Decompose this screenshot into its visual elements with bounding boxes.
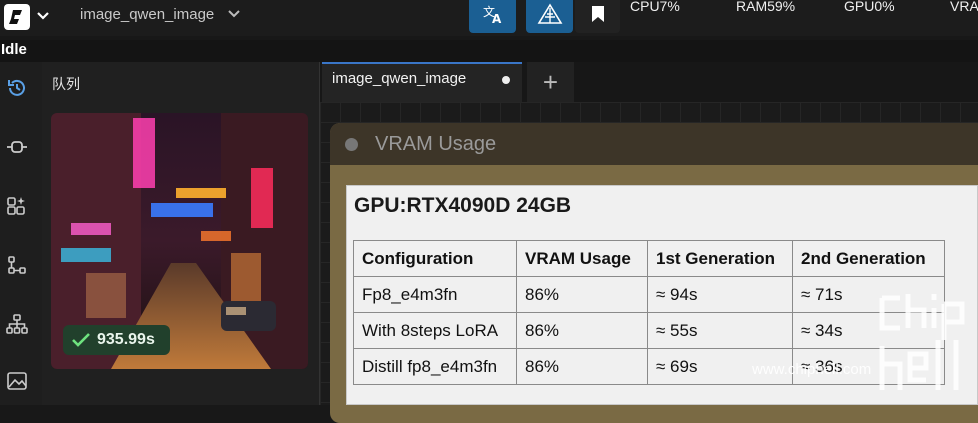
table-cell: Fp8_e4m3fn	[353, 276, 517, 313]
history-icon[interactable]	[6, 77, 28, 99]
vram-stat: VRA	[950, 0, 978, 14]
unsaved-dot-icon[interactable]	[502, 76, 510, 84]
status-bar	[0, 40, 978, 62]
check-icon	[71, 332, 91, 348]
chiphell-logo-icon	[878, 290, 978, 398]
table-cell: 86%	[516, 348, 648, 385]
gpu-title: GPU:RTX4090D 24GB	[354, 194, 572, 217]
column-header: VRAM Usage	[516, 240, 648, 277]
column-header: 1st Generation	[647, 240, 793, 277]
node-title: VRAM Usage	[375, 133, 497, 155]
node-collapse-dot-icon[interactable]	[345, 138, 358, 151]
completion-time-badge: 935.99s	[63, 325, 170, 355]
table-row: With 8steps LoRA 86% ≈ 55s ≈ 34s	[353, 312, 945, 349]
tab-label: image_qwen_image	[332, 70, 467, 87]
table-cell: 86%	[516, 312, 648, 349]
status-text: Idle	[1, 41, 27, 58]
translate-icon: 文 A	[482, 4, 504, 29]
table-cell: 86%	[516, 276, 648, 313]
bookmark-button[interactable]	[575, 0, 620, 33]
node-library-icon[interactable]	[6, 136, 28, 158]
sidebar	[0, 62, 43, 405]
model-library-icon[interactable]	[6, 195, 28, 217]
new-tab-button[interactable]: +	[527, 62, 574, 102]
workflows-icon[interactable]	[6, 254, 28, 276]
manager-icon	[537, 3, 563, 30]
comfy-logo-icon[interactable]	[4, 4, 30, 30]
completion-time: 935.99s	[97, 331, 155, 348]
table-cell: Distill fp8_e4m3fn	[353, 348, 517, 385]
table-cell: ≈ 94s	[647, 276, 793, 313]
table-header-row: Configuration VRAM Usage 1st Generation …	[353, 240, 945, 277]
manager-button[interactable]	[526, 0, 573, 33]
image-gallery-icon[interactable]	[6, 370, 28, 392]
table-cell: ≈ 55s	[647, 312, 793, 349]
chevron-down-icon[interactable]	[36, 6, 56, 26]
table-cell: With 8steps LoRA	[353, 312, 517, 349]
queue-title: 队列	[52, 76, 80, 92]
templates-icon[interactable]	[6, 313, 28, 335]
workflow-name[interactable]: image_qwen_image	[80, 6, 214, 23]
table-row: Fp8_e4m3fn 86% ≈ 94s ≈ 71s	[353, 276, 945, 313]
bookmark-icon	[591, 5, 605, 28]
ram-stat: RAM59%	[736, 0, 796, 14]
svg-text:A: A	[492, 12, 502, 24]
gpu-stat: GPU0%	[844, 0, 895, 14]
watermark-text: www.chiphell.com	[752, 361, 872, 378]
cpu-stat: CPU7%	[630, 0, 680, 14]
column-header: 2nd Generation	[792, 240, 945, 277]
translate-button[interactable]: 文 A	[469, 0, 516, 33]
workflow-chevron-down-icon[interactable]	[226, 6, 244, 26]
column-header: Configuration	[353, 240, 517, 277]
